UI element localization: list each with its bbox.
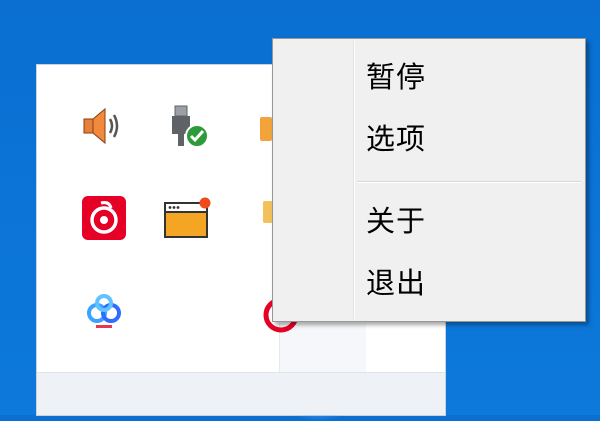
- menu-item-label: 退出: [366, 266, 427, 300]
- menu-item-exit[interactable]: 退出: [276, 251, 582, 311]
- menu-item-options[interactable]: 选项: [276, 107, 582, 167]
- menu-item-label: 关于: [366, 204, 427, 238]
- menu-item-label: 暂停: [366, 60, 427, 94]
- baidu-netdisk-icon[interactable]: [76, 283, 132, 339]
- menu-item-pause[interactable]: 暂停: [276, 45, 582, 105]
- flyout-footer: [37, 372, 445, 415]
- menu-item-label: 选项: [366, 122, 427, 156]
- menu-item-about[interactable]: 关于: [276, 189, 582, 249]
- netease-music-icon[interactable]: [76, 190, 132, 246]
- usb-safe-remove-icon[interactable]: [159, 98, 215, 154]
- partial-tray-icon: [260, 117, 272, 141]
- context-menu: 暂停 选项 关于 退出: [272, 38, 586, 322]
- window-notification-icon[interactable]: [159, 190, 215, 246]
- menu-separator: [357, 181, 581, 182]
- speaker-icon[interactable]: [76, 98, 132, 154]
